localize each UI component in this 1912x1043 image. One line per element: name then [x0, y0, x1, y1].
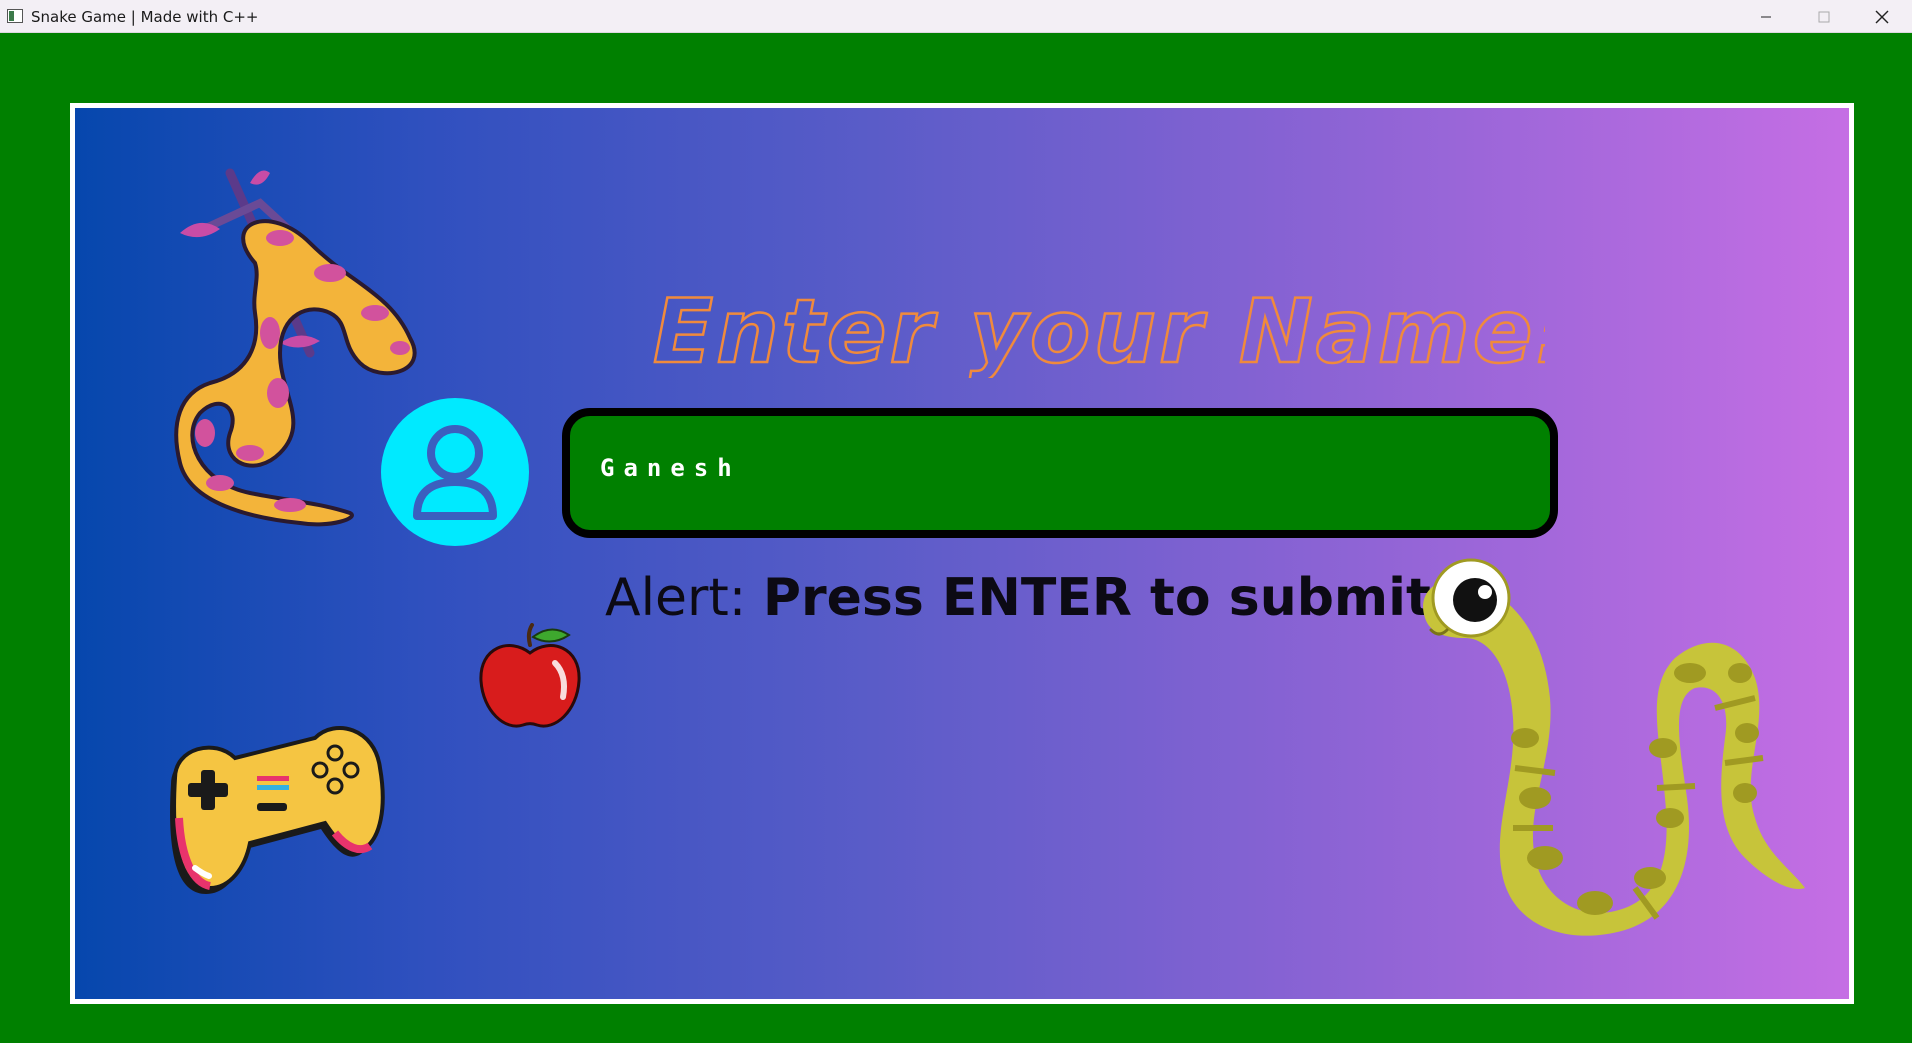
green-snake-illustration	[1423, 558, 1805, 936]
alert-label: Alert:	[605, 568, 747, 628]
alert-message: Alert: Press ENTER to submit	[605, 568, 1431, 628]
minimize-button[interactable]	[1737, 0, 1795, 33]
alert-text: Press ENTER to submit	[762, 568, 1431, 628]
window-titlebar: Snake Game | Made with C++	[0, 0, 1912, 33]
heading-text: Enter your Name:	[653, 280, 1545, 378]
name-input-value: Ganesh	[600, 454, 741, 482]
close-button[interactable]	[1853, 0, 1911, 33]
close-icon	[1875, 10, 1889, 23]
user-avatar-icon	[381, 398, 529, 546]
heading-title: Enter your Name:	[652, 279, 1545, 378]
window-title: Snake Game | Made with C++	[31, 8, 259, 26]
minimize-icon	[1761, 16, 1771, 17]
maximize-icon	[1818, 11, 1830, 22]
apple-icon	[479, 623, 581, 728]
gamepad-icon	[170, 726, 385, 894]
app-icon	[7, 9, 23, 23]
game-canvas: Enter your Name: Ganesh Alert: Press ENT…	[70, 103, 1854, 1004]
maximize-button[interactable]	[1795, 0, 1853, 33]
name-input[interactable]: Ganesh	[562, 408, 1558, 538]
